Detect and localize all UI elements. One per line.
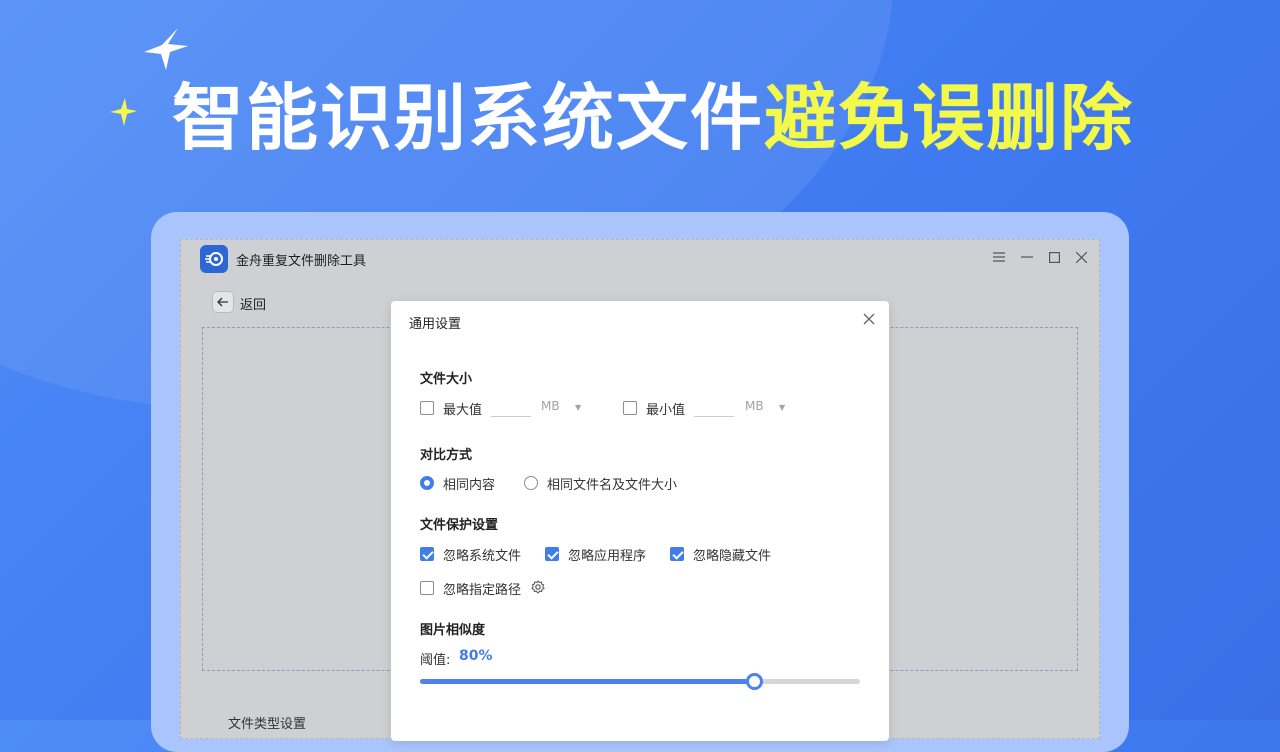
- threshold-label: 阈值:: [420, 653, 451, 668]
- sparkle-small-icon: [110, 98, 137, 126]
- ignore-applications-label[interactable]: 忽略应用程序: [568, 545, 646, 564]
- ignore-hidden-files-checkbox[interactable]: [670, 547, 684, 561]
- dialog-close-icon[interactable]: [861, 311, 877, 327]
- max-size-checkbox[interactable]: [420, 401, 434, 415]
- ignore-specified-path-label[interactable]: 忽略指定路径: [443, 579, 521, 598]
- back-button[interactable]: [212, 291, 234, 313]
- menu-icon[interactable]: [991, 249, 1007, 265]
- compare-same-content-label[interactable]: 相同内容: [443, 474, 495, 493]
- max-size-input[interactable]: [491, 398, 531, 417]
- file-size-heading: 文件大小: [420, 372, 473, 387]
- similarity-slider-handle[interactable]: [746, 673, 764, 690]
- ignore-system-files-label[interactable]: 忽略系统文件: [443, 545, 521, 564]
- similarity-slider[interactable]: [420, 673, 860, 690]
- arrow-left-icon: [217, 297, 228, 307]
- ignore-hidden-files-label[interactable]: 忽略隐藏文件: [693, 545, 771, 564]
- app-logo-icon: [200, 245, 228, 273]
- max-size-unit[interactable]: MB: [541, 399, 560, 413]
- close-icon[interactable]: [1073, 249, 1089, 265]
- image-similarity-heading: 图片相似度: [420, 623, 486, 638]
- headline: 智能识别系统文件避免误删除: [172, 76, 1134, 160]
- ignore-applications-checkbox[interactable]: [545, 547, 559, 561]
- gear-icon[interactable]: [531, 580, 545, 594]
- headline-white-text: 智能识别系统文件: [172, 76, 765, 160]
- min-size-unit[interactable]: MB: [745, 399, 764, 413]
- min-size-input[interactable]: [694, 398, 734, 417]
- dialog-title: 通用设置: [409, 317, 462, 332]
- compare-same-name-size-label[interactable]: 相同文件名及文件大小: [547, 474, 677, 493]
- max-unit-chevron-down-icon[interactable]: ▼: [575, 403, 581, 412]
- min-size-label: 最小值: [646, 403, 686, 418]
- compare-same-name-size-radio[interactable]: [524, 476, 538, 490]
- ignore-specified-path-checkbox[interactable]: [420, 581, 434, 595]
- headline-highlight-text: 避免误删除: [764, 76, 1135, 160]
- min-unit-chevron-down-icon[interactable]: ▼: [779, 403, 785, 412]
- back-label[interactable]: 返回: [240, 294, 266, 313]
- maximize-icon[interactable]: [1046, 249, 1062, 265]
- general-settings-dialog: 通用设置 文件大小 最大值 MB ▼ 最小值 MB ▼ 对比方式 相同内容 相同…: [391, 301, 889, 741]
- ignore-system-files-checkbox[interactable]: [420, 547, 434, 561]
- threshold-value: 80%: [459, 648, 493, 664]
- file-type-settings-label: 文件类型设置: [228, 717, 307, 732]
- sparkle-icon: [144, 28, 188, 70]
- minimize-icon[interactable]: [1019, 249, 1035, 265]
- app-title: 金舟重复文件删除工具: [236, 254, 367, 269]
- max-size-label: 最大值: [443, 403, 483, 418]
- compare-mode-heading: 对比方式: [420, 448, 473, 463]
- compare-same-content-radio[interactable]: [420, 476, 434, 490]
- similarity-slider-fill: [420, 679, 755, 684]
- file-protection-heading: 文件保护设置: [420, 518, 499, 533]
- min-size-checkbox[interactable]: [623, 401, 637, 415]
